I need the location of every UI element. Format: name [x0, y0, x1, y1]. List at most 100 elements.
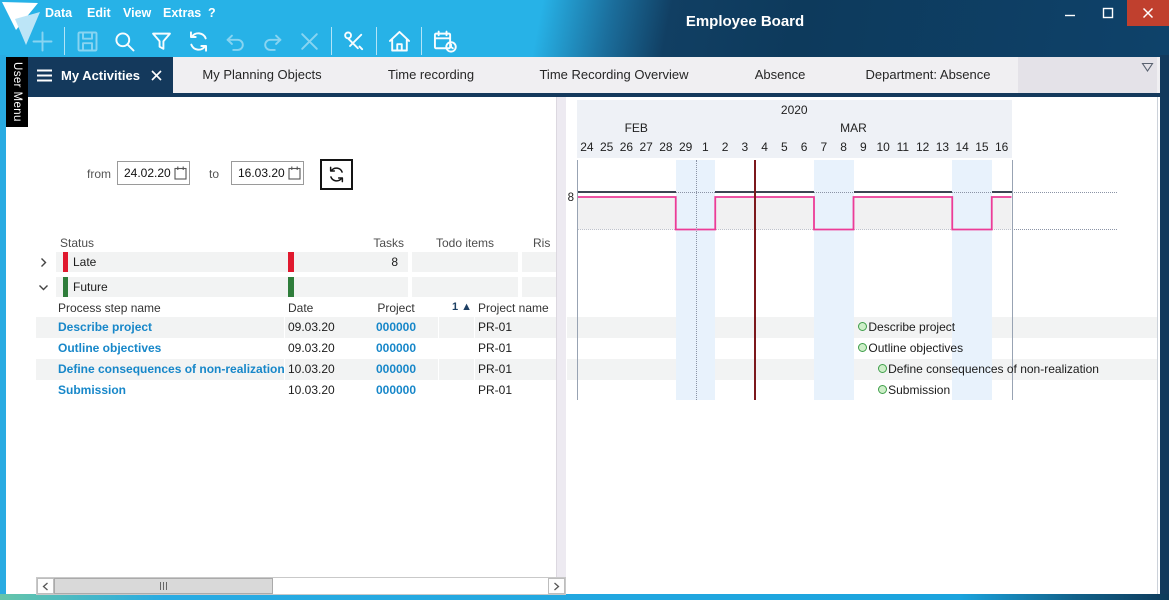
- gantt-day-label: 8: [834, 140, 854, 154]
- close-button[interactable]: [1127, 0, 1169, 26]
- tools-icon[interactable]: [339, 26, 369, 56]
- capacity-load-chart: [560, 158, 1020, 238]
- process-step-row[interactable]: Outline objectives09.03.20000000PR-01: [36, 338, 566, 359]
- status-label: Future: [73, 280, 108, 294]
- tasks-cell: 8: [294, 252, 408, 272]
- tab-overflow-area: [1018, 57, 1157, 93]
- status-row-future[interactable]: Future: [36, 277, 566, 297]
- tab-department-absence[interactable]: Department: Absence: [865, 67, 990, 82]
- toolbar-separator: [376, 27, 377, 55]
- tasks-col-header: Tasks: [294, 236, 404, 250]
- home-icon[interactable]: [384, 26, 414, 56]
- filter-icon[interactable]: [146, 26, 176, 56]
- risks-col-header: Ris: [533, 236, 550, 250]
- milestone-label: Define consequences of non-realization: [888, 362, 1099, 376]
- title-bar: DataEditViewExtras? Employee Board: [0, 0, 1169, 57]
- process-step-link[interactable]: Describe project: [58, 320, 152, 334]
- status-row-late[interactable]: Late 8: [36, 252, 566, 272]
- date-cell: 09.03.20: [288, 341, 335, 355]
- gantt-day-label: 13: [933, 140, 953, 154]
- project-link[interactable]: 000000: [356, 362, 436, 376]
- process-step-link[interactable]: Submission: [58, 383, 126, 397]
- tab-my-activities[interactable]: My Activities: [28, 57, 173, 93]
- gantt-day-label: 29: [676, 140, 696, 154]
- project-name-cell: PR-01: [478, 320, 512, 334]
- tab-time-recording-overview[interactable]: Time Recording Overview: [539, 67, 688, 82]
- gantt-day-label: 11: [893, 140, 913, 154]
- menu-item-edit[interactable]: Edit: [87, 6, 111, 20]
- to-date-input[interactable]: [231, 161, 304, 185]
- vertical-scrollbar[interactable]: [556, 97, 566, 577]
- search-icon[interactable]: [109, 26, 139, 56]
- menu-item-extras[interactable]: Extras: [163, 6, 201, 20]
- gantt-day-label: 4: [755, 140, 775, 154]
- expand-chevron-icon[interactable]: [38, 257, 50, 269]
- tab-my-planning-objects[interactable]: My Planning Objects: [202, 67, 321, 82]
- milestone-label: Outline objectives: [868, 341, 963, 355]
- gantt-day-label: 16: [992, 140, 1012, 154]
- tasks-cell: [294, 277, 408, 297]
- menu-item-view[interactable]: View: [123, 6, 151, 20]
- tab-close-icon[interactable]: [151, 70, 162, 81]
- active-tab-label: My Activities: [61, 68, 140, 83]
- status-color-bar: [63, 252, 68, 272]
- date-cell: 10.03.20: [288, 383, 335, 397]
- tab-absence[interactable]: Absence: [755, 67, 806, 82]
- process-step-link[interactable]: Outline objectives: [58, 341, 161, 355]
- panel-right-divider: [1157, 97, 1158, 595]
- status-cell: Late: [56, 252, 288, 272]
- project-link[interactable]: 000000: [356, 341, 436, 355]
- date-col-header: Date: [288, 301, 313, 315]
- gantt-month-label-mar: MAR: [824, 121, 884, 135]
- gantt-year-label: 2020: [577, 103, 1012, 117]
- gantt-day-label: 10: [873, 140, 893, 154]
- project-name-cell: PR-01: [478, 362, 512, 376]
- dropdown-arrow-icon[interactable]: [1141, 62, 1154, 76]
- hamburger-icon[interactable]: [36, 69, 53, 82]
- gantt-day-label: 28: [656, 140, 676, 154]
- gantt-day-label: 27: [636, 140, 656, 154]
- process-step-row[interactable]: Define consequences of non-realization10…: [36, 359, 566, 380]
- date-cell: 09.03.20: [288, 320, 335, 334]
- status-label: Late: [73, 255, 96, 269]
- toolbar-separator: [421, 27, 422, 55]
- gantt-day-label: 9: [854, 140, 874, 154]
- gantt-day-label: 3: [735, 140, 755, 154]
- process-step-row[interactable]: Describe project 09.03.20 000000 PR-01: [36, 317, 566, 338]
- to-label: to: [209, 167, 219, 181]
- apply-refresh-button[interactable]: [320, 159, 353, 190]
- planning-board-icon[interactable]: [429, 26, 459, 56]
- toolbar-separator: [331, 27, 332, 55]
- collapse-chevron-icon[interactable]: [38, 282, 50, 294]
- scrollbar-thumb[interactable]: [54, 578, 273, 594]
- process-step-link[interactable]: Define consequences of non-realization: [58, 362, 285, 376]
- milestone-marker-icon: [858, 343, 867, 352]
- refresh-icon[interactable]: [183, 26, 213, 56]
- milestone-label: Describe project: [868, 320, 955, 334]
- minimize-button[interactable]: [1051, 0, 1089, 26]
- from-date-input[interactable]: [117, 161, 190, 185]
- capacity-line-segment: [577, 191, 676, 193]
- tab-time-recording[interactable]: Time recording: [388, 67, 474, 82]
- project-col-header: Project: [356, 301, 436, 315]
- process-step-col-header: Process step name: [58, 301, 161, 315]
- status-color-bar: [63, 277, 68, 297]
- capacity-line-segment: [854, 191, 953, 193]
- sort-indicator[interactable]: 1 ▲: [452, 301, 472, 313]
- scroll-right-button[interactable]: [548, 578, 565, 594]
- menu-item-data[interactable]: Data: [45, 6, 72, 20]
- user-menu-tab[interactable]: User Menu: [6, 57, 28, 127]
- horizontal-scrollbar[interactable]: [36, 577, 566, 595]
- gantt-month-label-feb: FEB: [606, 121, 666, 135]
- column-separator: [438, 317, 439, 401]
- menu-item-help[interactable]: ?: [208, 6, 216, 20]
- maximize-button[interactable]: [1089, 0, 1127, 26]
- scroll-left-button[interactable]: [37, 578, 54, 594]
- gantt-day-label: 5: [775, 140, 795, 154]
- process-step-row[interactable]: Submission10.03.20000000PR-01: [36, 380, 566, 401]
- gantt-day-label: 24: [577, 140, 597, 154]
- project-link[interactable]: 000000: [356, 320, 436, 334]
- project-link[interactable]: 000000: [356, 383, 436, 397]
- capacity-line-segment: [992, 191, 1012, 193]
- redo-icon: [257, 26, 287, 56]
